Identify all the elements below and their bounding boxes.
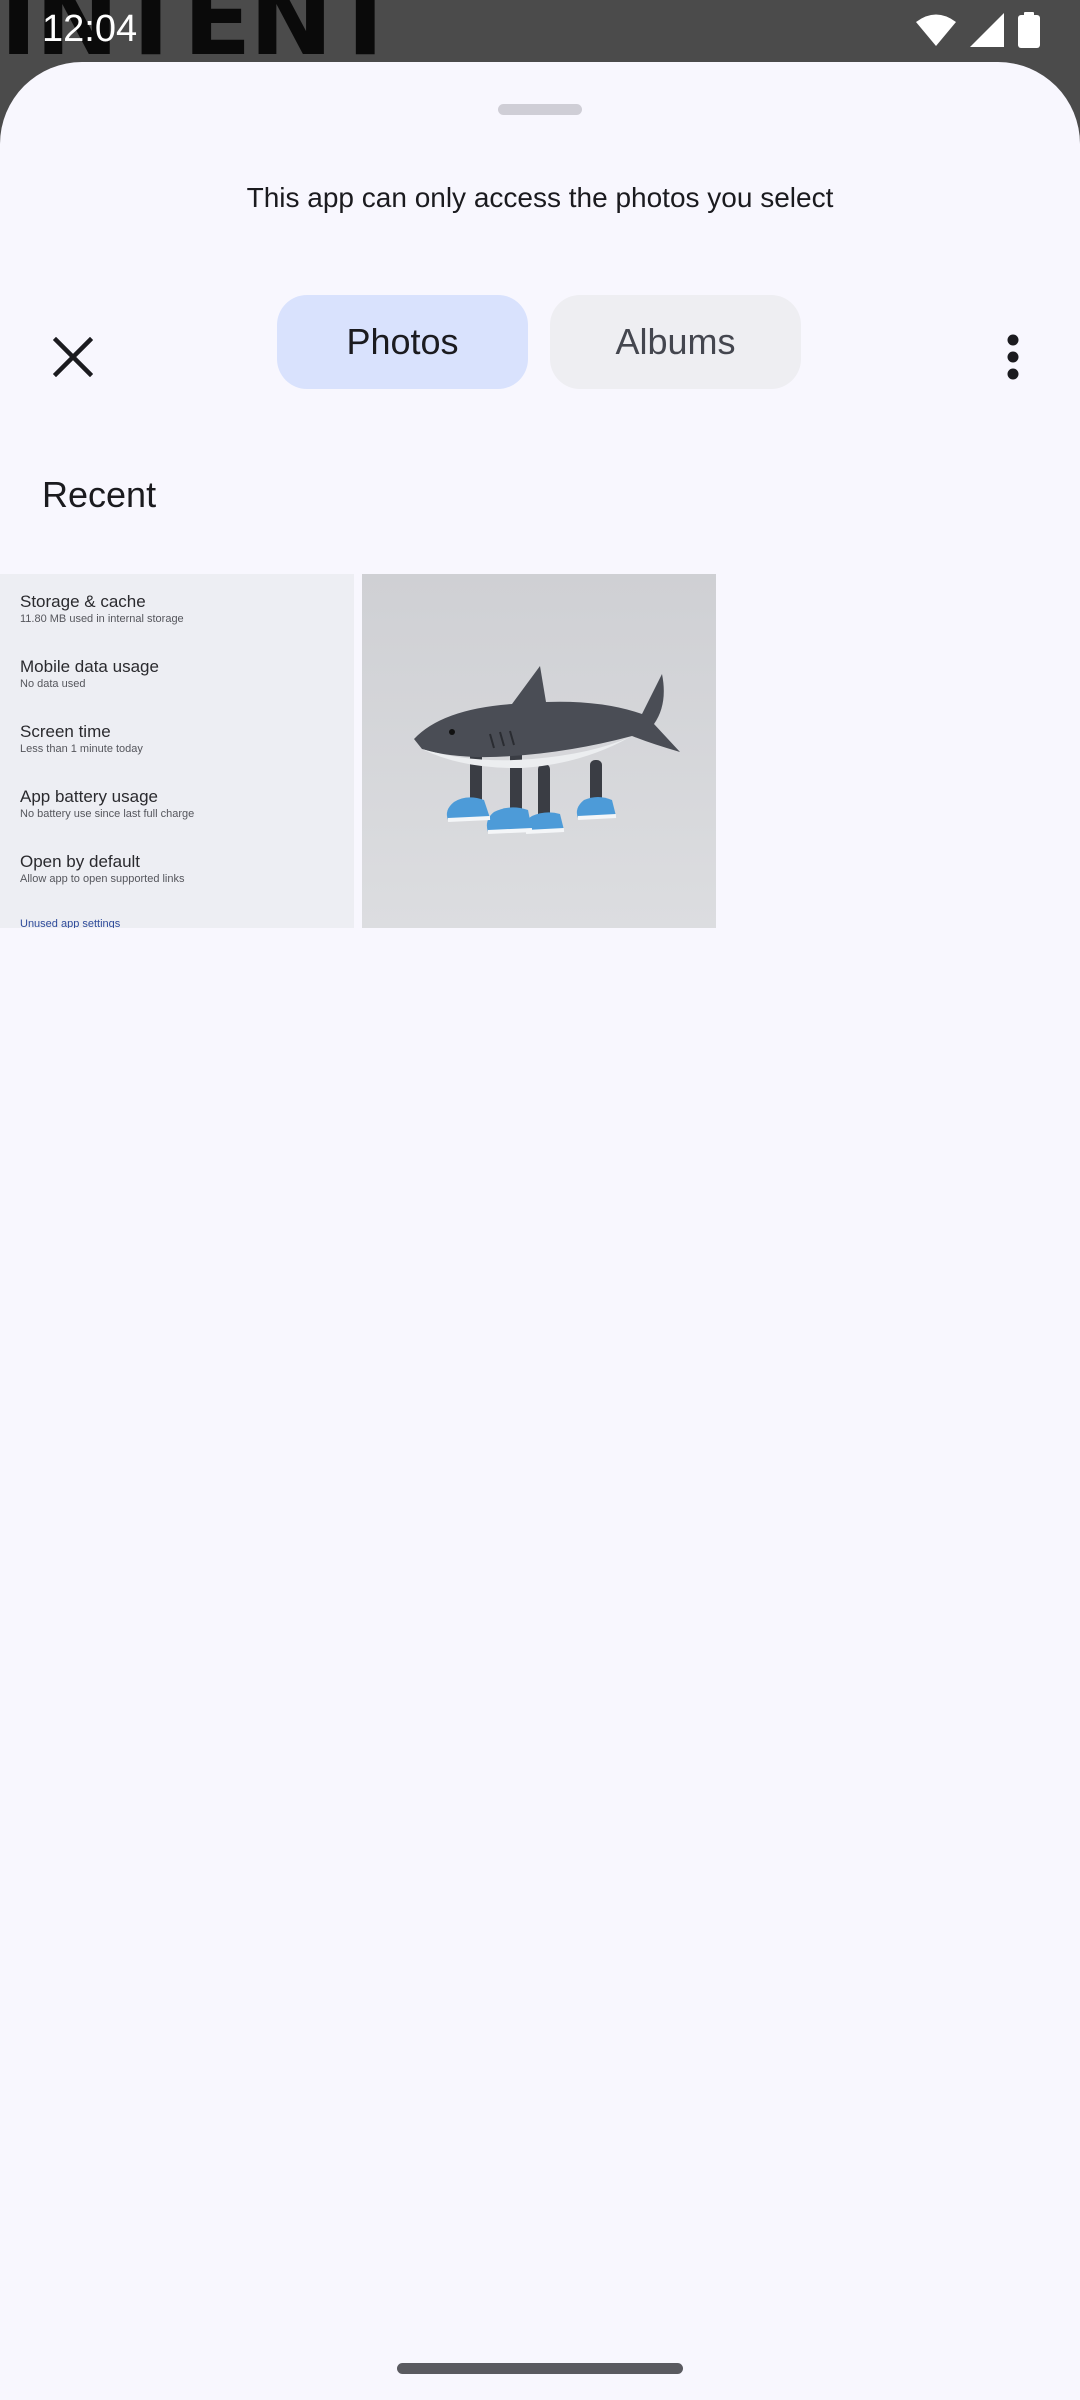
wifi-icon: [916, 14, 956, 46]
screenshot-item-title: App battery usage: [20, 787, 158, 806]
screenshot-item-title: Storage & cache: [20, 592, 146, 611]
tab-photos[interactable]: Photos: [277, 295, 528, 389]
screenshot-item: Screen time Less than 1 minute today: [20, 722, 350, 787]
battery-icon: [1018, 12, 1040, 48]
section-title-recent: Recent: [42, 474, 157, 515]
screenshot-item-title: Mobile data usage: [20, 657, 159, 676]
close-button[interactable]: [28, 312, 118, 402]
screenshot-item-subtitle: 11.80 MB used in internal storage: [20, 613, 184, 625]
home-indicator[interactable]: [397, 2363, 683, 2374]
access-note: This app can only access the photos you …: [246, 182, 834, 213]
screenshot-item-title: Open by default: [20, 852, 141, 871]
screenshot-item-subtitle: No data used: [20, 678, 86, 690]
shark-photo-image: [362, 574, 716, 928]
screenshot-item: Open by default Allow app to open suppor…: [20, 852, 350, 917]
screenshot-item: Storage & cache 11.80 MB used in interna…: [20, 592, 350, 657]
tab-albums-label: Albums: [615, 321, 736, 362]
tab-photos-label: Photos: [346, 321, 459, 362]
screenshot-item-subtitle: No battery use since last full charge: [20, 808, 195, 820]
screenshot-item-subtitle: Allow app to open supported links: [20, 873, 185, 885]
status-time: 12:04: [42, 8, 138, 50]
more-vert-icon: [1007, 334, 1019, 380]
close-icon: [53, 337, 93, 377]
drag-handle[interactable]: [498, 104, 582, 115]
more-options-button[interactable]: [968, 312, 1058, 402]
tab-albums[interactable]: Albums: [550, 295, 801, 389]
cell-signal-icon: [970, 13, 1004, 47]
status-icons: [916, 12, 1040, 48]
screenshot-content: Storage & cache 11.80 MB used in interna…: [20, 592, 350, 928]
photo-thumbnail-screenshot[interactable]: Storage & cache 11.80 MB used in interna…: [0, 574, 354, 928]
screenshot-item-title: Screen time: [20, 722, 111, 741]
photo-thumbnail-shark[interactable]: [362, 574, 716, 928]
screenshot-item: App battery usage No battery use since l…: [20, 787, 350, 852]
photo-picker-sheet: This app can only access the photos you …: [0, 62, 1080, 2400]
screenshot-item: Mobile data usage No data used: [20, 657, 350, 722]
screenshot-item-subtitle: Less than 1 minute today: [20, 743, 143, 755]
screenshot-footer-link: Unused app settings: [20, 918, 121, 928]
screen: INTENT 12:04 This app can only access th…: [0, 0, 1080, 2400]
